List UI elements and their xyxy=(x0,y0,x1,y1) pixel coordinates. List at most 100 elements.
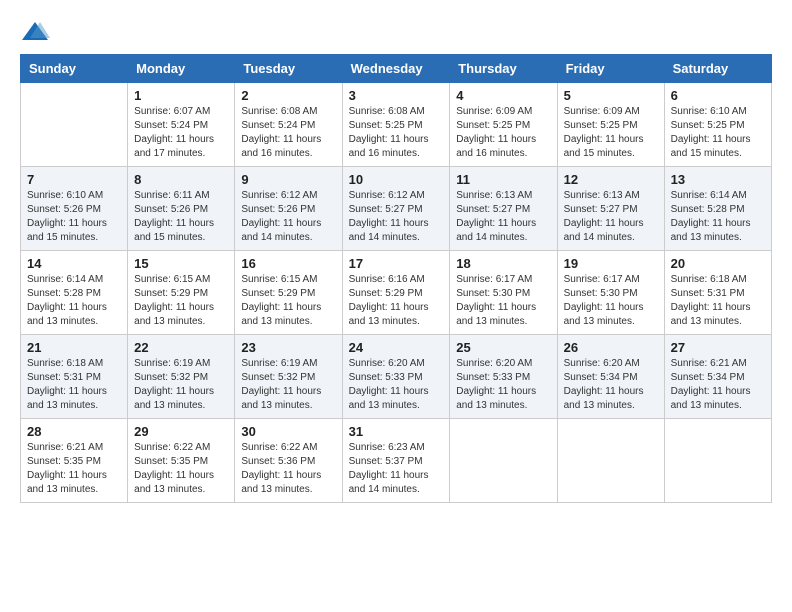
calendar-cell: 10Sunrise: 6:12 AMSunset: 5:27 PMDayligh… xyxy=(342,167,450,251)
day-number: 18 xyxy=(456,256,550,271)
day-number: 4 xyxy=(456,88,550,103)
day-info: Sunrise: 6:17 AMSunset: 5:30 PMDaylight:… xyxy=(564,273,658,329)
day-number: 11 xyxy=(456,172,550,187)
calendar-week-row: 21Sunrise: 6:18 AMSunset: 5:31 PMDayligh… xyxy=(21,335,772,419)
calendar-cell: 4 Sunrise: 6:09 AMSunset: 5:25 PMDaylight… xyxy=(450,83,557,167)
day-info: Sunrise: 6:07 AMSunset: 5:24 PMDaylight:… xyxy=(134,105,228,161)
day-info: Sunrise: 6:16 AMSunset: 5:29 PMDaylight:… xyxy=(349,273,444,329)
calendar-cell: 28 Sunrise: 6:21 AMSunset: 5:35 PMDayligh… xyxy=(21,419,128,503)
calendar-cell: 1 Sunrise: 6:07 AMSunset: 5:24 PMDaylight… xyxy=(128,83,235,167)
day-info: Sunrise: 6:10 AMSunset: 5:25 PMDaylight:… xyxy=(671,105,765,161)
day-number: 17 xyxy=(349,256,444,271)
day-number: 28 xyxy=(27,424,121,439)
logo-icon xyxy=(20,20,50,44)
calendar-weekday-wednesday: Wednesday xyxy=(342,55,450,83)
calendar-cell: 8 Sunrise: 6:11 AMSunset: 5:26 PMDaylight… xyxy=(128,167,235,251)
calendar-cell: 23Sunrise: 6:19 AMSunset: 5:32 PMDayligh… xyxy=(235,335,342,419)
page-header xyxy=(20,20,772,44)
calendar-cell: 17 Sunrise: 6:16 AMSunset: 5:29 PMDayligh… xyxy=(342,251,450,335)
day-info: Sunrise: 6:22 AMSunset: 5:36 PMDaylight:… xyxy=(241,441,335,497)
day-number: 21 xyxy=(27,340,121,355)
day-number: 27 xyxy=(671,340,765,355)
calendar-cell xyxy=(450,419,557,503)
day-info: Sunrise: 6:20 AMSunset: 5:33 PMDaylight:… xyxy=(349,357,444,413)
day-number: 6 xyxy=(671,88,765,103)
calendar-table: SundayMondayTuesdayWednesdayThursdayFrid… xyxy=(20,54,772,503)
day-info: Sunrise: 6:09 AMSunset: 5:25 PMDaylight:… xyxy=(456,105,550,161)
calendar-weekday-thursday: Thursday xyxy=(450,55,557,83)
day-number: 16 xyxy=(241,256,335,271)
calendar-week-row: 14 Sunrise: 6:14 AMSunset: 5:28 PMDayligh… xyxy=(21,251,772,335)
calendar-cell: 7 Sunrise: 6:10 AMSunset: 5:26 PMDaylight… xyxy=(21,167,128,251)
day-info: Sunrise: 6:20 AMSunset: 5:33 PMDaylight:… xyxy=(456,357,550,413)
calendar-cell: 26 Sunrise: 6:20 AMSunset: 5:34 PMDayligh… xyxy=(557,335,664,419)
day-number: 29 xyxy=(134,424,228,439)
calendar-cell: 24 Sunrise: 6:20 AMSunset: 5:33 PMDayligh… xyxy=(342,335,450,419)
day-info: Sunrise: 6:23 AMSunset: 5:37 PMDaylight:… xyxy=(349,441,444,497)
calendar-weekday-sunday: Sunday xyxy=(21,55,128,83)
calendar-cell: 18 Sunrise: 6:17 AMSunset: 5:30 PMDayligh… xyxy=(450,251,557,335)
calendar-cell: 3 Sunrise: 6:08 AMSunset: 5:25 PMDaylight… xyxy=(342,83,450,167)
day-info: Sunrise: 6:12 AMSunset: 5:26 PMDaylight:… xyxy=(241,189,335,245)
day-number: 20 xyxy=(671,256,765,271)
day-number: 7 xyxy=(27,172,121,187)
calendar-cell: 20 Sunrise: 6:18 AMSunset: 5:31 PMDayligh… xyxy=(664,251,771,335)
day-info: Sunrise: 6:21 AMSunset: 5:34 PMDaylight:… xyxy=(671,357,765,413)
day-info: Sunrise: 6:12 AMSunset: 5:27 PMDaylight:… xyxy=(349,189,444,245)
day-number: 30 xyxy=(241,424,335,439)
day-info: Sunrise: 6:22 AMSunset: 5:35 PMDaylight:… xyxy=(134,441,228,497)
day-info: Sunrise: 6:14 AMSunset: 5:28 PMDaylight:… xyxy=(27,273,121,329)
day-info: Sunrise: 6:08 AMSunset: 5:25 PMDaylight:… xyxy=(349,105,444,161)
day-info: Sunrise: 6:15 AMSunset: 5:29 PMDaylight:… xyxy=(134,273,228,329)
calendar-cell: 2 Sunrise: 6:08 AMSunset: 5:24 PMDaylight… xyxy=(235,83,342,167)
calendar-cell: 25 Sunrise: 6:20 AMSunset: 5:33 PMDayligh… xyxy=(450,335,557,419)
calendar-cell: 29 Sunrise: 6:22 AMSunset: 5:35 PMDayligh… xyxy=(128,419,235,503)
calendar-cell xyxy=(21,83,128,167)
day-number: 14 xyxy=(27,256,121,271)
day-number: 2 xyxy=(241,88,335,103)
day-number: 13 xyxy=(671,172,765,187)
day-number: 26 xyxy=(564,340,658,355)
day-number: 1 xyxy=(134,88,228,103)
day-info: Sunrise: 6:18 AMSunset: 5:31 PMDaylight:… xyxy=(671,273,765,329)
calendar-cell: 9Sunrise: 6:12 AMSunset: 5:26 PMDaylight… xyxy=(235,167,342,251)
calendar-cell: 31Sunrise: 6:23 AMSunset: 5:37 PMDayligh… xyxy=(342,419,450,503)
calendar-cell: 21Sunrise: 6:18 AMSunset: 5:31 PMDayligh… xyxy=(21,335,128,419)
calendar-cell: 13 Sunrise: 6:14 AMSunset: 5:28 PMDayligh… xyxy=(664,167,771,251)
day-number: 3 xyxy=(349,88,444,103)
calendar-week-row: 1 Sunrise: 6:07 AMSunset: 5:24 PMDaylight… xyxy=(21,83,772,167)
calendar-cell: 22 Sunrise: 6:19 AMSunset: 5:32 PMDayligh… xyxy=(128,335,235,419)
calendar-header-row: SundayMondayTuesdayWednesdayThursdayFrid… xyxy=(21,55,772,83)
day-info: Sunrise: 6:20 AMSunset: 5:34 PMDaylight:… xyxy=(564,357,658,413)
day-info: Sunrise: 6:15 AMSunset: 5:29 PMDaylight:… xyxy=(241,273,335,329)
day-number: 5 xyxy=(564,88,658,103)
logo xyxy=(20,20,54,44)
calendar-week-row: 7 Sunrise: 6:10 AMSunset: 5:26 PMDaylight… xyxy=(21,167,772,251)
day-info: Sunrise: 6:09 AMSunset: 5:25 PMDaylight:… xyxy=(564,105,658,161)
day-info: Sunrise: 6:14 AMSunset: 5:28 PMDaylight:… xyxy=(671,189,765,245)
calendar-weekday-monday: Monday xyxy=(128,55,235,83)
day-info: Sunrise: 6:10 AMSunset: 5:26 PMDaylight:… xyxy=(27,189,121,245)
day-info: Sunrise: 6:13 AMSunset: 5:27 PMDaylight:… xyxy=(456,189,550,245)
day-number: 25 xyxy=(456,340,550,355)
day-info: Sunrise: 6:11 AMSunset: 5:26 PMDaylight:… xyxy=(134,189,228,245)
calendar-cell: 12Sunrise: 6:13 AMSunset: 5:27 PMDayligh… xyxy=(557,167,664,251)
day-info: Sunrise: 6:19 AMSunset: 5:32 PMDaylight:… xyxy=(134,357,228,413)
calendar-cell: 11 Sunrise: 6:13 AMSunset: 5:27 PMDayligh… xyxy=(450,167,557,251)
calendar-weekday-friday: Friday xyxy=(557,55,664,83)
day-number: 24 xyxy=(349,340,444,355)
calendar-weekday-tuesday: Tuesday xyxy=(235,55,342,83)
calendar-cell: 5 Sunrise: 6:09 AMSunset: 5:25 PMDaylight… xyxy=(557,83,664,167)
day-number: 22 xyxy=(134,340,228,355)
calendar-cell xyxy=(664,419,771,503)
day-number: 8 xyxy=(134,172,228,187)
calendar-week-row: 28 Sunrise: 6:21 AMSunset: 5:35 PMDayligh… xyxy=(21,419,772,503)
calendar-weekday-saturday: Saturday xyxy=(664,55,771,83)
day-info: Sunrise: 6:21 AMSunset: 5:35 PMDaylight:… xyxy=(27,441,121,497)
calendar-cell: 16 Sunrise: 6:15 AMSunset: 5:29 PMDayligh… xyxy=(235,251,342,335)
day-info: Sunrise: 6:17 AMSunset: 5:30 PMDaylight:… xyxy=(456,273,550,329)
day-number: 19 xyxy=(564,256,658,271)
day-info: Sunrise: 6:08 AMSunset: 5:24 PMDaylight:… xyxy=(241,105,335,161)
day-number: 12 xyxy=(564,172,658,187)
calendar-cell: 30 Sunrise: 6:22 AMSunset: 5:36 PMDayligh… xyxy=(235,419,342,503)
